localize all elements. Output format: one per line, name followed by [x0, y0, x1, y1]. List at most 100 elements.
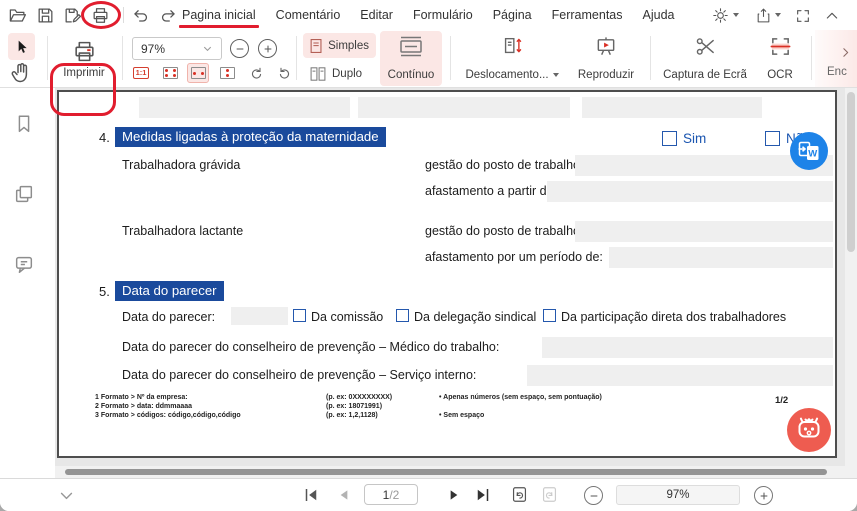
undo-icon[interactable]: [131, 6, 150, 25]
scrolling-label: Deslocamento...: [465, 69, 549, 81]
fit-page-button[interactable]: [159, 63, 181, 83]
section5-number: 5.: [99, 284, 110, 299]
save-as-icon[interactable]: [63, 6, 82, 25]
tab-pagina[interactable]: Página: [493, 0, 532, 30]
tab-ajuda[interactable]: Ajuda: [643, 0, 675, 30]
rotate-cw-icon: [251, 67, 261, 79]
form-field[interactable]: [542, 337, 833, 358]
svg-text:W: W: [808, 149, 817, 160]
tab-formulario[interactable]: Formulário: [413, 0, 473, 30]
pdf-to-word-icon: W: [790, 132, 828, 170]
page-number-input[interactable]: 1/2: [364, 484, 418, 505]
rotate-ccw-icon: [279, 67, 289, 79]
horizontal-scrollbar[interactable]: [55, 466, 857, 478]
assistant-mascot-button[interactable]: [787, 408, 831, 452]
select-cursor-button[interactable]: [8, 33, 35, 60]
first-page-icon[interactable]: [302, 486, 320, 504]
tab-comentario[interactable]: Comentário: [276, 0, 341, 30]
fit-width-button[interactable]: [187, 63, 209, 83]
plus-icon: [264, 45, 271, 52]
presentation-icon: [597, 37, 615, 55]
form-field[interactable]: [139, 97, 350, 118]
form-field[interactable]: [609, 247, 833, 268]
print-icon[interactable]: [91, 6, 110, 25]
statusbar-zoom-in[interactable]: [754, 486, 773, 505]
fit-height-button[interactable]: [216, 63, 238, 83]
next-page-icon[interactable]: [446, 487, 462, 503]
prev-page-icon[interactable]: [336, 487, 352, 503]
tab-editar[interactable]: Editar: [360, 0, 393, 30]
participacao-checkbox[interactable]: [543, 309, 556, 322]
form-field[interactable]: [527, 365, 833, 386]
theme-icon[interactable]: [712, 7, 729, 24]
continuous-button[interactable]: Contínuo: [380, 31, 442, 86]
zoom-level-value: 97%: [141, 41, 166, 56]
redo-icon[interactable]: [159, 6, 178, 25]
vertical-scrollbar-thumb[interactable]: [847, 92, 855, 252]
rotate-ccw-button[interactable]: [273, 63, 295, 83]
page-current: 1: [382, 487, 390, 502]
nao-checkbox[interactable]: [765, 131, 780, 146]
collapse-toolbar-icon[interactable]: [824, 8, 840, 24]
actual-size-button[interactable]: 1:1: [130, 63, 152, 83]
tab-label: Página: [492, 8, 532, 22]
play-button[interactable]: Reproduzir: [568, 31, 644, 86]
section5-title: Data do parecer: [115, 281, 224, 301]
previous-view-icon[interactable]: [510, 485, 529, 504]
ocr-button[interactable]: OCR: [757, 31, 803, 86]
scrolling-button[interactable]: Deslocamento...: [458, 31, 566, 86]
tab-ferramentas[interactable]: Ferramentas: [552, 0, 623, 30]
menubar: Pagina inicial Comentário Editar Formulá…: [0, 0, 857, 30]
separator: [450, 36, 451, 80]
fit-height-icon: [219, 67, 235, 79]
save-icon[interactable]: [36, 6, 55, 25]
zoom-out-button[interactable]: [230, 39, 249, 58]
overflow-chevron-icon: [843, 48, 849, 57]
thumbnails-icon[interactable]: [13, 183, 35, 205]
delegacao-checkbox[interactable]: [396, 309, 409, 322]
theme-caret-icon[interactable]: [733, 13, 739, 17]
rotate-cw-button[interactable]: [245, 63, 267, 83]
bookmark-icon[interactable]: [13, 113, 35, 135]
section4-title: Medidas ligadas à proteção da maternidad…: [115, 127, 386, 147]
statusbar-zoom-level[interactable]: 97%: [616, 485, 740, 505]
tab-label: Pagina inicial: [182, 8, 256, 22]
comment-icon[interactable]: [13, 253, 35, 275]
single-page-button[interactable]: Simples: [303, 33, 376, 58]
zoom-level-select[interactable]: 97%: [132, 37, 222, 60]
toolbar-overflow[interactable]: Enc: [815, 30, 857, 87]
vertical-scrollbar[interactable]: [845, 88, 857, 466]
open-folder-icon[interactable]: [8, 6, 27, 25]
single-page-label: Simples: [328, 39, 369, 52]
sim-checkbox[interactable]: [662, 131, 677, 146]
hand-tool-icon[interactable]: [9, 61, 33, 85]
tab-label: Editar: [360, 8, 393, 22]
assistant-mascot-icon: [787, 408, 831, 452]
fullscreen-icon[interactable]: [795, 8, 811, 24]
separator: [296, 36, 297, 80]
pdf-to-word-button[interactable]: W: [790, 132, 828, 170]
comissao-checkbox[interactable]: [293, 309, 306, 322]
share-icon[interactable]: [755, 7, 772, 24]
toolbar: Imprimir 97% 1:1 Simples Duplo Contínuo …: [0, 30, 857, 116]
form-field[interactable]: [547, 181, 833, 202]
next-view-icon[interactable]: [540, 485, 559, 504]
horizontal-scrollbar-thumb[interactable]: [65, 469, 827, 475]
tab-label: Comentário: [275, 8, 341, 22]
statusbar-zoom-out[interactable]: [584, 486, 603, 505]
screenshot-button[interactable]: Captura de Ecrã: [658, 31, 752, 86]
minus-icon: [590, 495, 597, 496]
share-caret-icon[interactable]: [775, 13, 781, 17]
print-button[interactable]: Imprimir: [54, 35, 114, 84]
form-field[interactable]: [575, 221, 833, 242]
collapse-panel-icon[interactable]: [58, 487, 75, 504]
last-page-icon[interactable]: [474, 486, 492, 504]
form-field[interactable]: [231, 307, 288, 325]
tab-pagina-inicial[interactable]: Pagina inicial: [179, 0, 259, 30]
form-field[interactable]: [358, 97, 570, 118]
fit-width-icon: [190, 67, 206, 79]
double-page-button[interactable]: Duplo: [303, 61, 376, 86]
form-field[interactable]: [582, 97, 762, 118]
active-tab-underline: [179, 25, 259, 28]
zoom-in-button[interactable]: [258, 39, 277, 58]
